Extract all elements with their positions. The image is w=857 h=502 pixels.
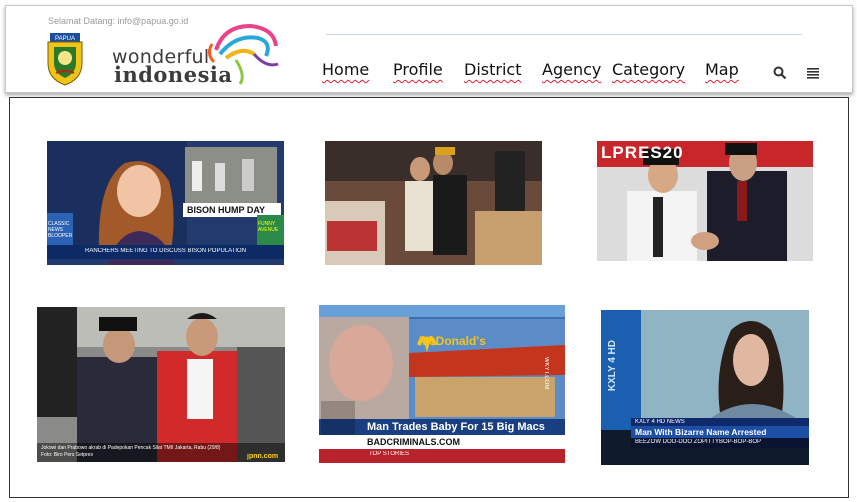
nav-district[interactable]: District — [464, 60, 521, 79]
tile-5-headline: Man Trades Baby For 15 Big Macs — [367, 421, 545, 433]
site-header: Selamat Datang: info@papua.go.id PAPUA w… — [5, 5, 853, 93]
news-tile-1[interactable]: BISON HUMP DAY RANCHERS MEETING TO DISCU… — [47, 141, 284, 265]
news-tile-6[interactable]: KXLY 4 HD KXLY 4 HD NEWS Man With Bizarr… — [601, 310, 809, 465]
news-tile-4[interactable]: Jokowi dan Prabowo akrab di Padepokan Pe… — [37, 307, 285, 462]
nav-home[interactable]: Home — [322, 60, 369, 79]
nav-category[interactable]: Category — [612, 60, 685, 79]
news-tile-1-image — [47, 141, 284, 265]
nav-agency[interactable]: Agency — [542, 60, 601, 79]
news-tile-5[interactable]: McDonald's Man Trades Baby For 15 Big Ma… — [319, 305, 565, 463]
tile-6-headline: Man With Bizarre Name Arrested — [635, 427, 767, 437]
tile-6-subline: BEEZOW DOO-DOO ZOPITTYBOP-BOP-BOP — [635, 439, 762, 445]
header-divider — [326, 34, 802, 35]
news-tile-2[interactable] — [325, 141, 542, 265]
nav-profile[interactable]: Profile — [393, 60, 443, 79]
tile-1-bug-right: FUNNY AVENUE — [258, 221, 279, 233]
tile-1-bug-left: CLASSIC NEWS BLOOPERS — [48, 221, 72, 239]
tile-4-photo-credit: Foto: Biro Pers Setpres — [41, 452, 93, 458]
wonderful-indonesia-logo[interactable]: wonderful indonesia — [110, 20, 285, 90]
tile-5-site: WKYT.COM — [543, 357, 549, 390]
brand-wordmark-bottom: indonesia — [114, 62, 233, 87]
news-tile-4-image — [37, 307, 285, 462]
tile-5-channel: ACTION NEWS — [321, 437, 361, 443]
tile-3-banner: LPRES20 — [601, 143, 684, 162]
news-gallery: BISON HUMP DAY RANCHERS MEETING TO DISCU… — [9, 97, 849, 498]
tile-6-station: KXLY 4 HD NEWS — [635, 419, 685, 425]
news-tile-3[interactable]: LPRES20 — [597, 141, 813, 261]
tile-1-lower-third: BISON HUMP DAY — [187, 205, 266, 215]
tile-5-sign: McDonald's — [419, 334, 486, 348]
news-tile-2-image — [325, 141, 542, 265]
search-icon[interactable] — [773, 66, 787, 80]
menu-list-icon[interactable] — [806, 66, 820, 80]
tile-5-source: BADCRIMINALS.COM — [367, 437, 460, 447]
tile-4-caption: Jokowi dan Prabowo akrab di Padepokan Pe… — [41, 445, 221, 451]
tile-4-watermark: jpnn.com — [247, 453, 279, 460]
tile-1-ticker: RANCHERS MEETING TO DISCUSS BISON POPULA… — [85, 248, 247, 254]
papua-crest-logo[interactable]: PAPUA — [44, 33, 86, 87]
tile-5-ticker: TOP STORIES — [369, 451, 410, 457]
crest-label: PAPUA — [55, 36, 75, 42]
nav-map[interactable]: Map — [705, 60, 739, 79]
tile-6-bug: KXLY 4 HD — [607, 340, 618, 392]
